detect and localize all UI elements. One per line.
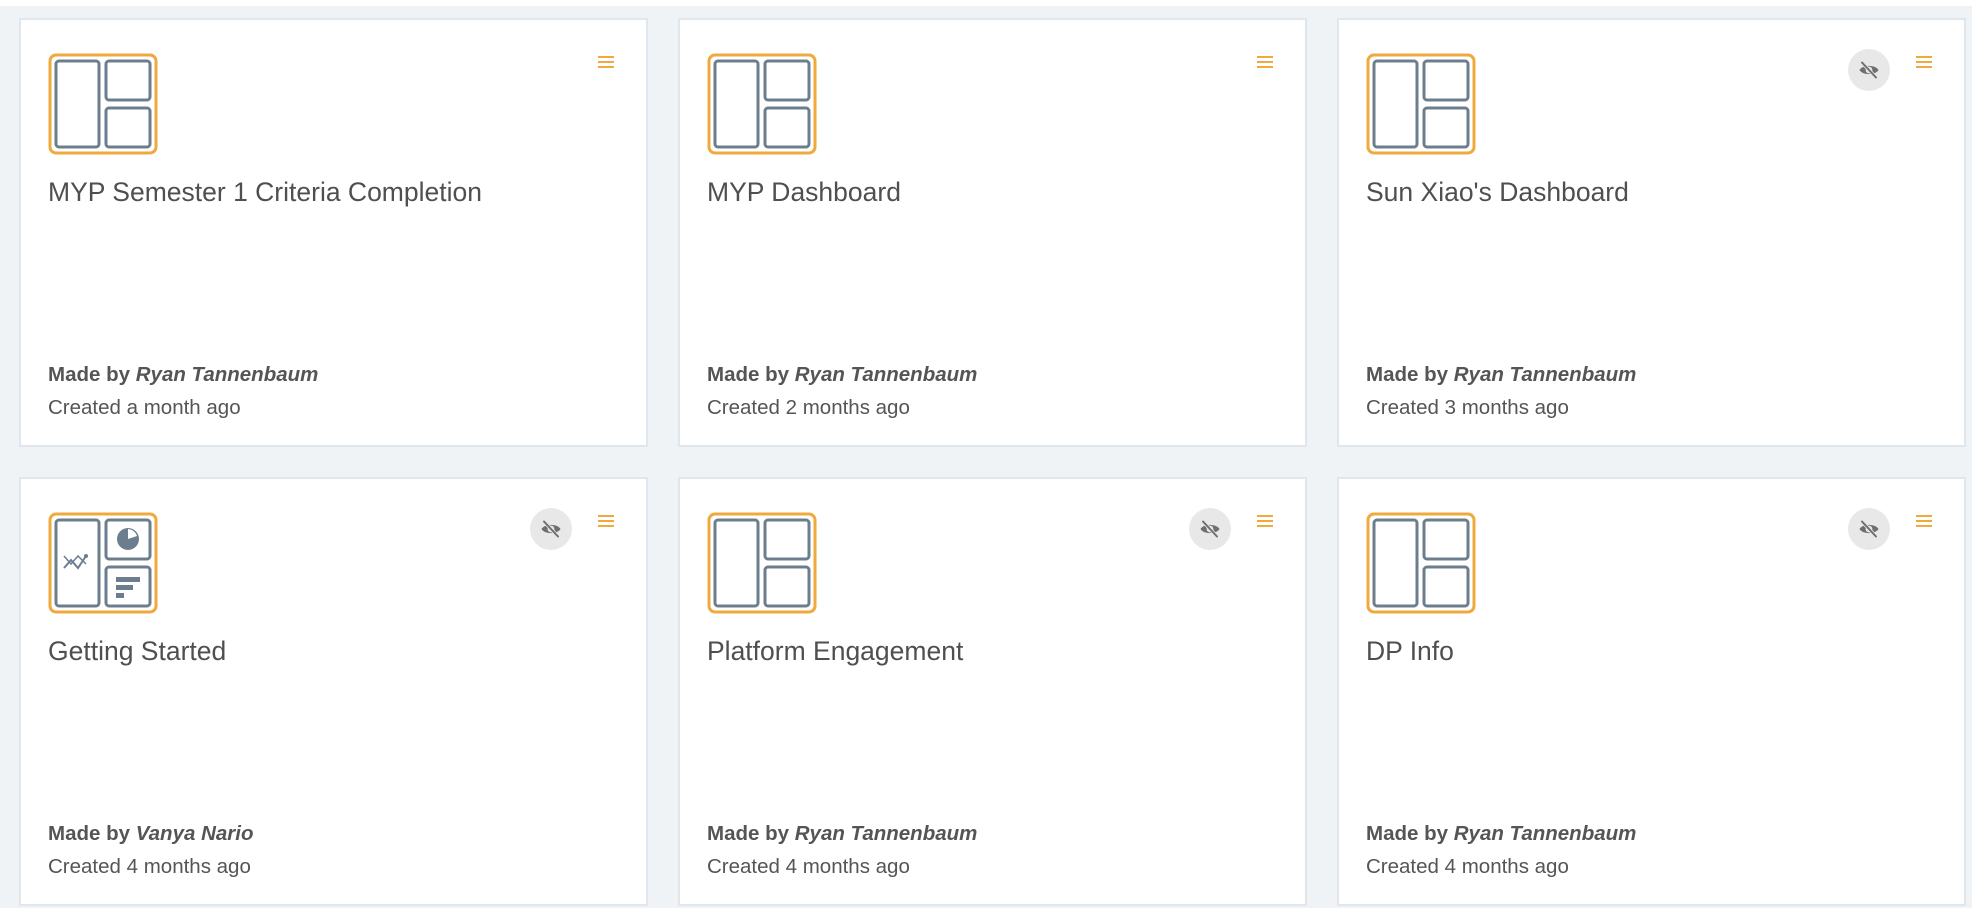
made-by-label: Made by — [1366, 363, 1449, 386]
made-by-line: Made by Ryan Tannenbaum — [1366, 817, 1926, 850]
dashboard-meta: Made by Ryan Tannenbaum Created 2 months… — [707, 358, 1267, 424]
layout-panels-icon — [1366, 512, 1476, 614]
dashboard-card[interactable]: Getting Started Made by Vanya Nario Crea… — [19, 477, 648, 906]
created-date: Created a month ago — [48, 396, 241, 419]
hamburger-menu-icon[interactable] — [1254, 51, 1276, 73]
made-by-label: Made by — [1366, 822, 1449, 845]
top-strip — [0, 0, 1972, 6]
author-name: Ryan Tannenbaum — [1453, 822, 1637, 845]
layout-panels-icon — [707, 512, 817, 614]
eye-slash-icon[interactable] — [1848, 508, 1890, 550]
made-by-label: Made by — [707, 822, 790, 845]
author-name: Ryan Tannenbaum — [1453, 363, 1637, 386]
made-by-label: Made by — [707, 363, 790, 386]
dashboard-gallery: MYP Semester 1 Criteria Completion Made … — [0, 0, 1972, 908]
dashboard-grid: MYP Semester 1 Criteria Completion Made … — [19, 18, 1966, 906]
dashboard-card[interactable]: MYP Semester 1 Criteria Completion Made … — [19, 18, 648, 447]
dashboard-meta: Made by Vanya Nario Created 4 months ago — [48, 817, 608, 883]
eye-slash-icon[interactable] — [1848, 49, 1890, 91]
made-by-line: Made by Vanya Nario — [48, 817, 608, 850]
chart-layout-icon — [48, 512, 158, 614]
dashboard-title[interactable]: Sun Xiao's Dashboard — [1366, 176, 1926, 208]
hamburger-menu-icon[interactable] — [1913, 51, 1935, 73]
made-by-line: Made by Ryan Tannenbaum — [48, 358, 608, 391]
dashboard-card[interactable]: Sun Xiao's Dashboard Made by Ryan Tannen… — [1337, 18, 1966, 447]
created-date: Created 4 months ago — [707, 855, 910, 878]
hamburger-menu-icon[interactable] — [595, 51, 617, 73]
layout-panels-icon — [48, 53, 158, 155]
dashboard-title[interactable]: DP Info — [1366, 635, 1926, 667]
layout-panels-icon — [707, 53, 817, 155]
eye-slash-icon[interactable] — [1189, 508, 1231, 550]
made-by-line: Made by Ryan Tannenbaum — [707, 358, 1267, 391]
dashboard-title[interactable]: Getting Started — [48, 635, 608, 667]
dashboard-meta: Made by Ryan Tannenbaum Created 3 months… — [1366, 358, 1926, 424]
dashboard-meta: Made by Ryan Tannenbaum Created 4 months… — [707, 817, 1267, 883]
created-date: Created 4 months ago — [1366, 855, 1569, 878]
created-date: Created 2 months ago — [707, 396, 910, 419]
layout-panels-icon — [1366, 53, 1476, 155]
dashboard-meta: Made by Ryan Tannenbaum Created a month … — [48, 358, 608, 424]
dashboard-title[interactable]: MYP Semester 1 Criteria Completion — [48, 176, 608, 208]
hamburger-menu-icon[interactable] — [1254, 510, 1276, 532]
dashboard-card[interactable]: Platform Engagement Made by Ryan Tannenb… — [678, 477, 1307, 906]
dashboard-meta: Made by Ryan Tannenbaum Created 4 months… — [1366, 817, 1926, 883]
made-by-line: Made by Ryan Tannenbaum — [707, 817, 1267, 850]
author-name: Ryan Tannenbaum — [794, 363, 978, 386]
author-name: Ryan Tannenbaum — [135, 363, 319, 386]
dashboard-title[interactable]: Platform Engagement — [707, 635, 1267, 667]
created-date: Created 3 months ago — [1366, 396, 1569, 419]
made-by-label: Made by — [48, 363, 131, 386]
hamburger-menu-icon[interactable] — [595, 510, 617, 532]
dashboard-card[interactable]: MYP Dashboard Made by Ryan Tannenbaum Cr… — [678, 18, 1307, 447]
hamburger-menu-icon[interactable] — [1913, 510, 1935, 532]
made-by-line: Made by Ryan Tannenbaum — [1366, 358, 1926, 391]
dashboard-card[interactable]: DP Info Made by Ryan Tannenbaum Created … — [1337, 477, 1966, 906]
author-name: Vanya Nario — [135, 822, 254, 845]
eye-slash-icon[interactable] — [530, 508, 572, 550]
created-date: Created 4 months ago — [48, 855, 251, 878]
author-name: Ryan Tannenbaum — [794, 822, 978, 845]
made-by-label: Made by — [48, 822, 131, 845]
dashboard-title[interactable]: MYP Dashboard — [707, 176, 1267, 208]
